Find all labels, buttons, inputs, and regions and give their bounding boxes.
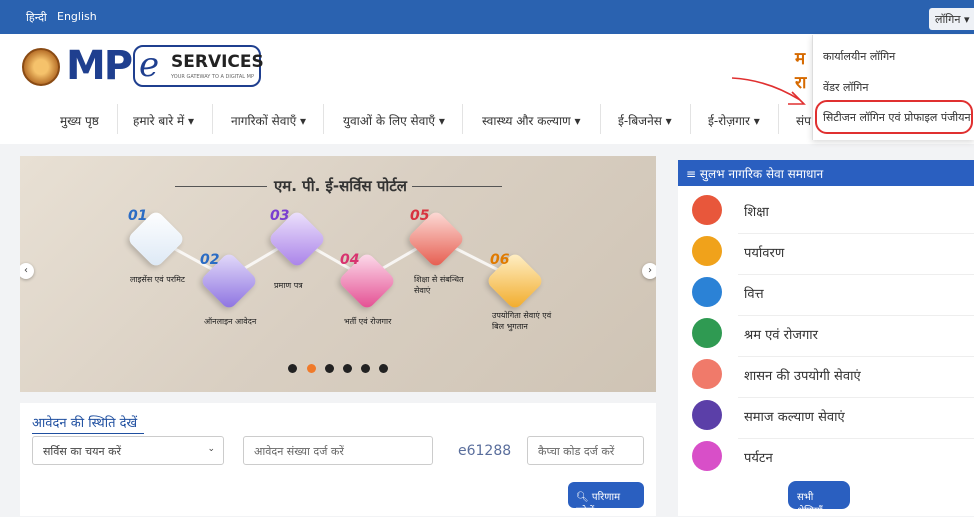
- hero-carousel: एम. पी. ई-सर्विस पोर्टल 01 लाइसेंस एवं प…: [20, 156, 656, 392]
- language-english-link[interactable]: English: [57, 10, 97, 23]
- service-environment[interactable]: पर्यावरण: [744, 243, 784, 261]
- step-label: उपयोगिता सेवाएं एवं बिल भुगतान: [492, 311, 552, 331]
- step-number: 01: [128, 208, 148, 224]
- service-divider: [738, 315, 974, 316]
- citizen-services-panel: ≡ सुलभ नागरिक सेवा समाधान शिक्षा पर्यावर…: [678, 160, 974, 517]
- services-panel-header: ≡ सुलभ नागरिक सेवा समाधान: [678, 160, 974, 186]
- eservices-logo-e: e: [139, 45, 160, 85]
- language-hindi-link[interactable]: हिन्दी: [26, 10, 47, 25]
- chevron-down-icon: ⌄: [207, 444, 215, 454]
- eservices-logo-title: SERVICES: [171, 52, 264, 72]
- service-tourism[interactable]: पर्यटन: [744, 448, 773, 466]
- government-services-icon: [692, 359, 722, 389]
- application-status-panel: आवेदन की स्थिति देखें सर्विस का चयन करें…: [20, 403, 656, 517]
- carousel-dot[interactable]: [343, 364, 352, 373]
- services-panel-title: सुलभ नागरिक सेवा समाधान: [699, 167, 824, 181]
- step-number: 02: [200, 252, 220, 268]
- nav-divider: [600, 104, 601, 134]
- service-finance[interactable]: वित्त: [744, 284, 764, 302]
- step-label: ऑनलाइन आवेदन: [204, 317, 257, 326]
- application-status-title: आवेदन की स्थिति देखें: [32, 416, 138, 431]
- nav-divider: [462, 104, 463, 134]
- service-labour-employment[interactable]: श्रम एवं रोजगार: [744, 325, 818, 343]
- annotation-arrow-icon: [731, 77, 806, 105]
- search-icon: 🔍︎: [576, 492, 589, 503]
- nav-about[interactable]: हमारे बारे में ▾: [133, 112, 194, 129]
- service-divider: [738, 356, 974, 357]
- dropdown-vendor-login[interactable]: वेंडर लॉगिन: [823, 80, 868, 95]
- carousel-steps-path: [154, 236, 515, 280]
- all-categories-button[interactable]: सभी श्रेणियाँ: [788, 481, 850, 517]
- mp-logo-text: MP: [66, 43, 133, 89]
- nav-citizen-services[interactable]: नागरिकों सेवाएँ ▾: [231, 112, 306, 129]
- service-divider: [738, 397, 974, 398]
- list-icon: ≡: [686, 167, 700, 181]
- step-number: 06: [490, 252, 510, 268]
- social-welfare-icon: [692, 400, 722, 430]
- citizen-login-highlight-annotation: [815, 100, 973, 134]
- captcha-code: e61288: [458, 443, 512, 459]
- carousel-dot-active[interactable]: [307, 364, 316, 373]
- education-icon: [692, 195, 722, 225]
- step-number: 04: [340, 252, 360, 268]
- eservices-tagline: YOUR GATEWAY TO A DIGITAL MP: [171, 74, 254, 80]
- nav-youth-services[interactable]: युवाओं के लिए सेवाएँ ▾: [343, 112, 445, 129]
- nav-ebusiness[interactable]: ई-बिजनेस ▾: [618, 112, 672, 129]
- application-number-input[interactable]: आवेदन संख्या दर्ज करें: [243, 436, 433, 465]
- header-title-partial-1: म: [795, 49, 806, 69]
- captcha-input[interactable]: कैप्चा कोड दर्ज करें: [527, 436, 644, 465]
- nav-home[interactable]: मुख्य पृष्ठ: [60, 112, 99, 129]
- service-select[interactable]: सर्विस का चयन करें ⌄: [32, 436, 224, 465]
- step-label: लाइसेंस एवं परमिट: [130, 275, 185, 284]
- search-result-button[interactable]: 🔍︎ परिणाम खोजें: [568, 482, 644, 517]
- service-divider: [738, 438, 974, 439]
- service-divider: [738, 274, 974, 275]
- carousel-dot[interactable]: [325, 364, 334, 373]
- dropdown-office-login[interactable]: कार्यालयीन लॉगिन: [823, 49, 895, 64]
- nav-divider: [117, 104, 118, 134]
- environment-icon: [692, 236, 722, 266]
- nav-divider: [690, 104, 691, 134]
- carousel-dot[interactable]: [288, 364, 297, 373]
- service-social-welfare[interactable]: समाज कल्याण सेवाएं: [744, 407, 845, 425]
- service-government-utility[interactable]: शासन की उपयोगी सेवाएं: [744, 366, 861, 384]
- nav-divider: [212, 104, 213, 134]
- top-bar: हिन्दी English लॉगिन ▾: [0, 0, 974, 34]
- eservices-logo[interactable]: e SERVICES YOUR GATEWAY TO A DIGITAL MP: [133, 45, 264, 87]
- service-divider: [738, 233, 974, 234]
- labour-employment-icon: [692, 318, 722, 348]
- carousel-dot[interactable]: [361, 364, 370, 373]
- service-education[interactable]: शिक्षा: [744, 202, 769, 220]
- nav-health-welfare[interactable]: स्वास्थ्य और कल्याण ▾: [482, 112, 581, 129]
- status-title-underline: [32, 433, 144, 434]
- step-number: 05: [410, 208, 430, 224]
- mp-emblem-icon: [22, 48, 60, 86]
- step-number: 03: [270, 208, 290, 224]
- step-label: शिक्षा से संबन्धित सेवाएं: [414, 275, 464, 295]
- step-label: प्रमाण पत्र: [274, 281, 303, 290]
- step-label: भर्ती एवं रोजगार: [344, 317, 392, 326]
- nav-divider: [323, 104, 324, 134]
- service-select-value: सर्विस का चयन करें: [43, 445, 122, 458]
- finance-icon: [692, 277, 722, 307]
- login-button[interactable]: लॉगिन ▾: [929, 8, 974, 30]
- tourism-icon: [692, 441, 722, 471]
- carousel-next-button[interactable]: ›: [642, 263, 656, 279]
- carousel-dot[interactable]: [379, 364, 388, 373]
